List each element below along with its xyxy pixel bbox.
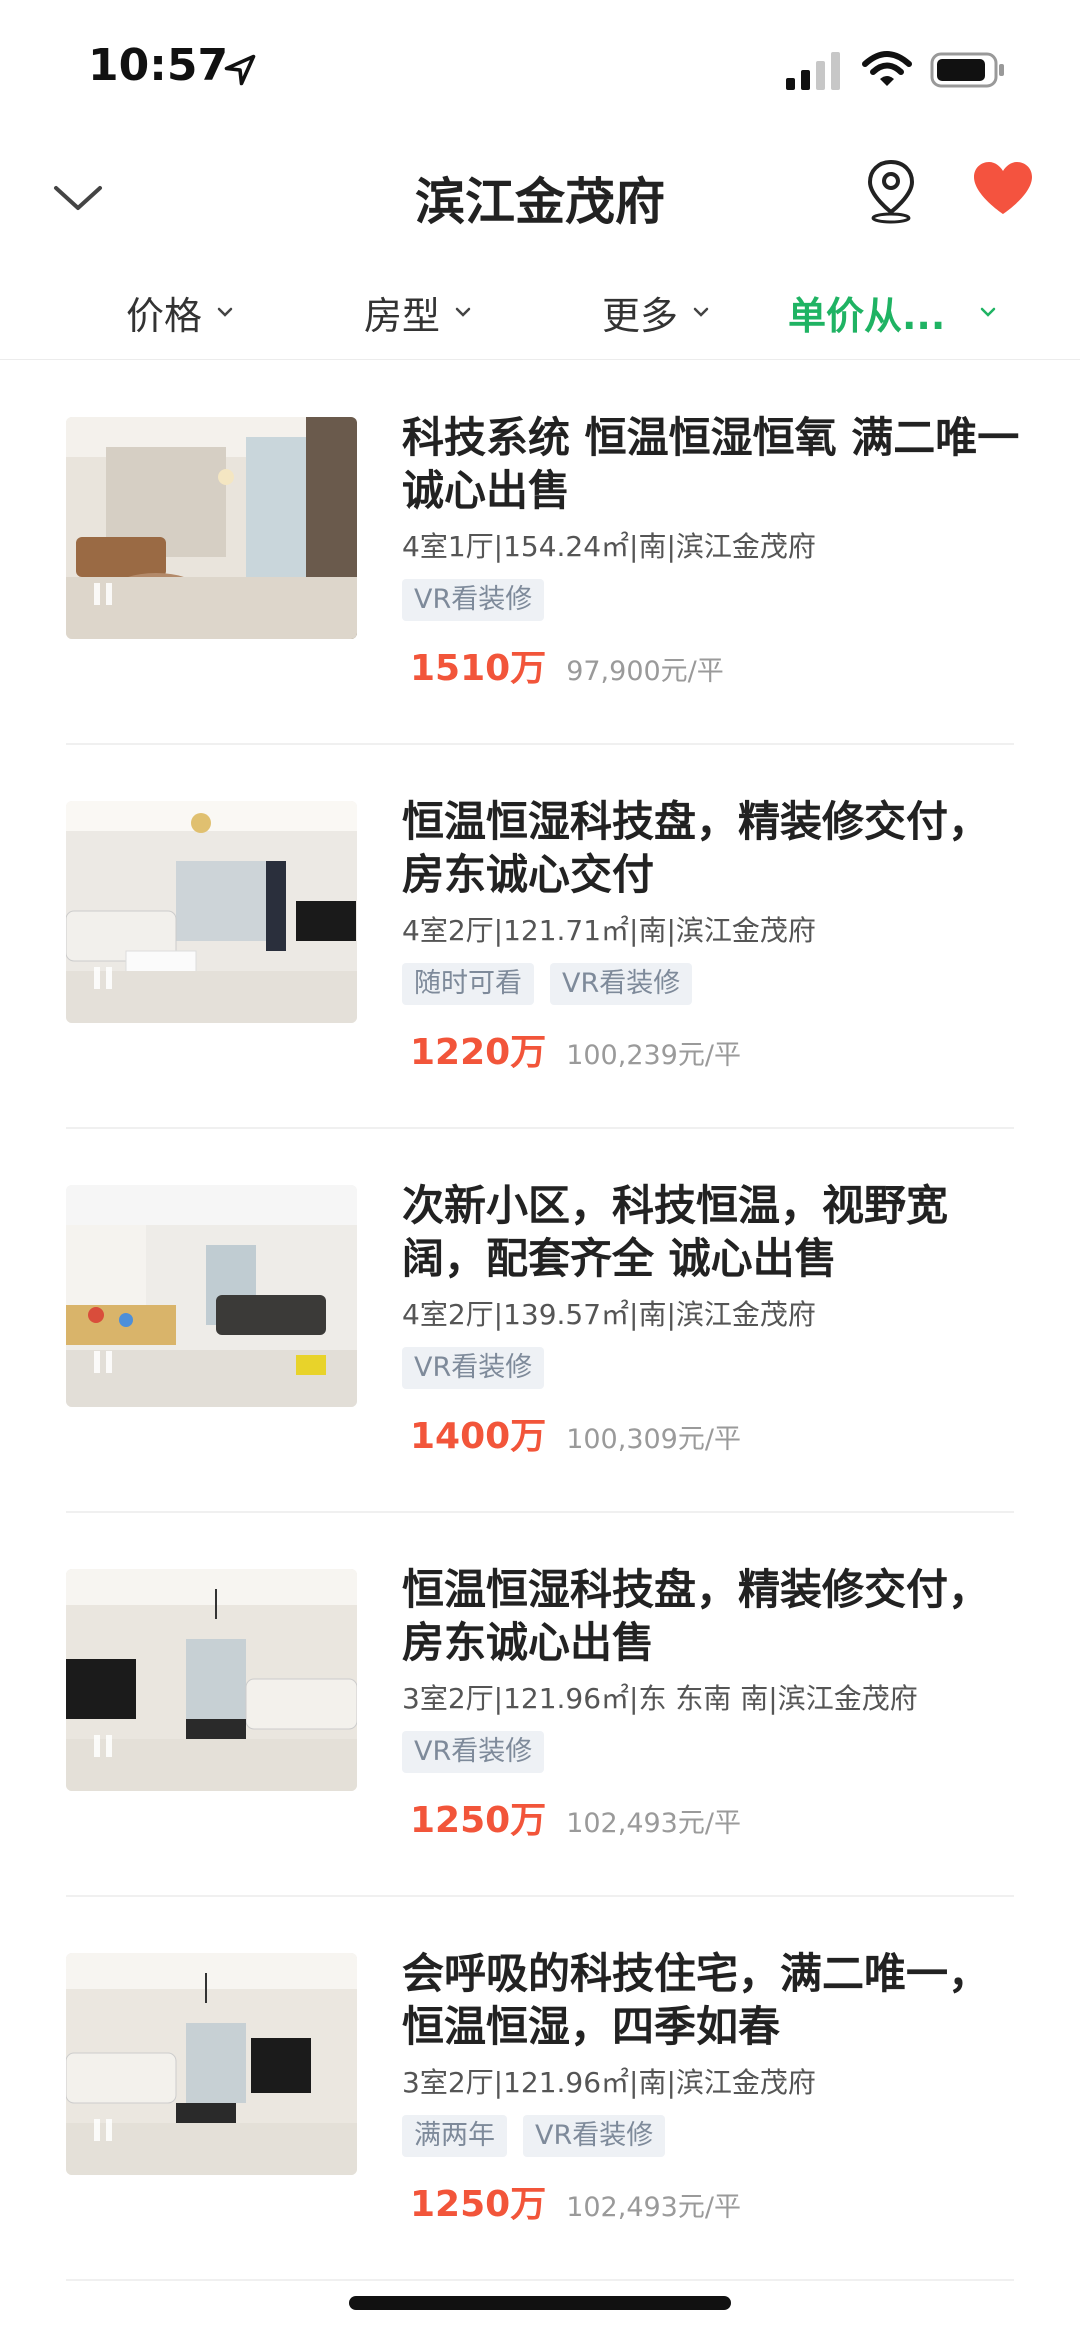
listing-photo: [66, 801, 357, 1023]
navigation-arrow-icon: [224, 54, 256, 86]
listing-price: 1220万: [410, 1032, 547, 1073]
listing-price: 1250万: [410, 2184, 547, 2225]
signal-icon: [786, 52, 840, 90]
heart-icon[interactable]: [972, 160, 1034, 216]
listing-unit-price: 97,900元/平: [566, 656, 724, 687]
listing-tags: 随时可看 VR看装修: [402, 963, 1022, 1005]
listing-tag: VR看装修: [402, 1731, 545, 1773]
listing-meta: 4室1厅|154.24㎡|南|滨江金茂府: [402, 530, 816, 563]
listing-info: 科技系统 恒温恒湿恒氧 满二唯一 诚心出售 4室1厅|154.24㎡|南|滨江金…: [402, 411, 1022, 691]
listing-unit-price: 102,493元/平: [566, 2192, 741, 2223]
status-bar: 10:57: [0, 0, 1080, 140]
listing-prices: 1510万 97,900元/平: [402, 639, 1022, 691]
listing-meta: 3室2厅|121.96㎡|南|滨江金茂府: [402, 2066, 816, 2099]
listing-price: 1250万: [410, 1800, 547, 1841]
listing-photo: [66, 1185, 357, 1407]
status-time: 10:57: [88, 40, 229, 91]
pause-icon: [94, 1351, 112, 1373]
listing-tag: VR看装修: [550, 963, 693, 1005]
listing-tags: VR看装修: [402, 1731, 1022, 1773]
filter-unit-price-label: 单价从...: [788, 293, 946, 338]
listing-item[interactable]: 恒温恒湿科技盘，精装修交付，房东诚心出售 3室2厅|121.96㎡|东 东南 南…: [0, 1513, 1080, 1897]
filter-layout-label: 房型: [364, 293, 441, 338]
battery-icon: [930, 52, 1004, 88]
listing-prices: 1250万 102,493元/平: [402, 2175, 1022, 2227]
listing-prices: 1250万 102,493元/平: [402, 1791, 1022, 1843]
listing-title: 会呼吸的科技住宅，满二唯一，恒温恒湿，四季如春: [402, 1949, 991, 2051]
divider: [66, 2279, 1014, 2281]
listing-photo: [66, 417, 357, 639]
listing-tags: 满两年 VR看装修: [402, 2115, 1022, 2157]
filter-price[interactable]: 价格: [126, 284, 234, 340]
listing-tags: VR看装修: [402, 579, 1022, 621]
listing-meta: 4室2厅|121.71㎡|南|滨江金茂府: [402, 914, 816, 947]
home-indicator[interactable]: [349, 2296, 731, 2310]
listing-tag: VR看装修: [523, 2115, 666, 2157]
listing-info: 恒温恒湿科技盘，精装修交付，房东诚心交付 4室2厅|121.71㎡|南|滨江金茂…: [402, 795, 1022, 1075]
listing-item[interactable]: 恒温恒湿科技盘，精装修交付，房东诚心交付 4室2厅|121.71㎡|南|滨江金茂…: [0, 745, 1080, 1129]
chevron-down-icon: [455, 307, 471, 317]
filter-more[interactable]: 更多: [602, 284, 710, 340]
listing-unit-price: 102,493元/平: [566, 1808, 741, 1839]
listing-meta: 4室2厅|139.57㎡|南|滨江金茂府: [402, 1298, 816, 1331]
listing-photo: [66, 1953, 357, 2175]
pause-icon: [94, 583, 112, 605]
header: 滨江金茂府: [0, 140, 1080, 250]
listing-item[interactable]: 次新小区，科技恒温，视野宽阔，配套齐全 诚心出售 4室2厅|139.57㎡|南|…: [0, 1129, 1080, 1513]
chevron-down-icon: [981, 307, 996, 317]
filter-unit-price[interactable]: 单价从...: [788, 284, 997, 340]
pause-icon: [94, 2119, 112, 2141]
listing-tag: 满两年: [402, 2115, 507, 2157]
pause-icon: [94, 1735, 112, 1757]
page-title: 滨江金茂府: [415, 173, 665, 231]
filter-layout[interactable]: 房型: [364, 284, 472, 340]
listing-list: 科技系统 恒温恒湿恒氧 满二唯一 诚心出售 4室1厅|154.24㎡|南|滨江金…: [0, 361, 1080, 2281]
wifi-icon: [862, 51, 912, 86]
listing-tags: VR看装修: [402, 1347, 1022, 1389]
filter-more-label: 更多: [602, 293, 679, 338]
listing-price: 1400万: [410, 1416, 547, 1457]
listing-title: 恒温恒湿科技盘，精装修交付，房东诚心交付: [402, 797, 991, 899]
listing-unit-price: 100,239元/平: [566, 1040, 741, 1071]
listing-title: 科技系统 恒温恒湿恒氧 满二唯一 诚心出售: [402, 413, 1020, 515]
listing-item[interactable]: 科技系统 恒温恒湿恒氧 满二唯一 诚心出售 4室1厅|154.24㎡|南|滨江金…: [0, 361, 1080, 745]
listing-unit-price: 100,309元/平: [566, 1424, 741, 1455]
listing-info: 次新小区，科技恒温，视野宽阔，配套齐全 诚心出售 4室2厅|139.57㎡|南|…: [402, 1179, 1022, 1459]
listing-tag: VR看装修: [402, 1347, 545, 1389]
listing-price: 1510万: [410, 648, 547, 689]
listing-item[interactable]: 会呼吸的科技住宅，满二唯一，恒温恒湿，四季如春 3室2厅|121.96㎡|南|滨…: [0, 1897, 1080, 2281]
listing-photo: [66, 1569, 357, 1791]
listing-title: 恒温恒湿科技盘，精装修交付，房东诚心出售: [402, 1565, 991, 1667]
listing-tag: VR看装修: [402, 579, 545, 621]
listing-info: 会呼吸的科技住宅，满二唯一，恒温恒湿，四季如春 3室2厅|121.96㎡|南|滨…: [402, 1947, 1022, 2227]
chevron-down-icon: [693, 307, 709, 317]
filter-price-label: 价格: [126, 293, 203, 338]
pause-icon: [94, 967, 112, 989]
listing-tag: 随时可看: [402, 963, 534, 1005]
chevron-down-icon: [217, 307, 233, 317]
filter-bar: 价格 房型 更多 单价从...: [0, 268, 1080, 360]
map-pin-icon[interactable]: [864, 158, 918, 224]
listing-info: 恒温恒湿科技盘，精装修交付，房东诚心出售 3室2厅|121.96㎡|东 东南 南…: [402, 1563, 1022, 1843]
listing-prices: 1400万 100,309元/平: [402, 1407, 1022, 1459]
listing-title: 次新小区，科技恒温，视野宽阔，配套齐全 诚心出售: [402, 1181, 949, 1283]
listing-prices: 1220万 100,239元/平: [402, 1023, 1022, 1075]
listing-meta: 3室2厅|121.96㎡|东 东南 南|滨江金茂府: [402, 1682, 918, 1715]
